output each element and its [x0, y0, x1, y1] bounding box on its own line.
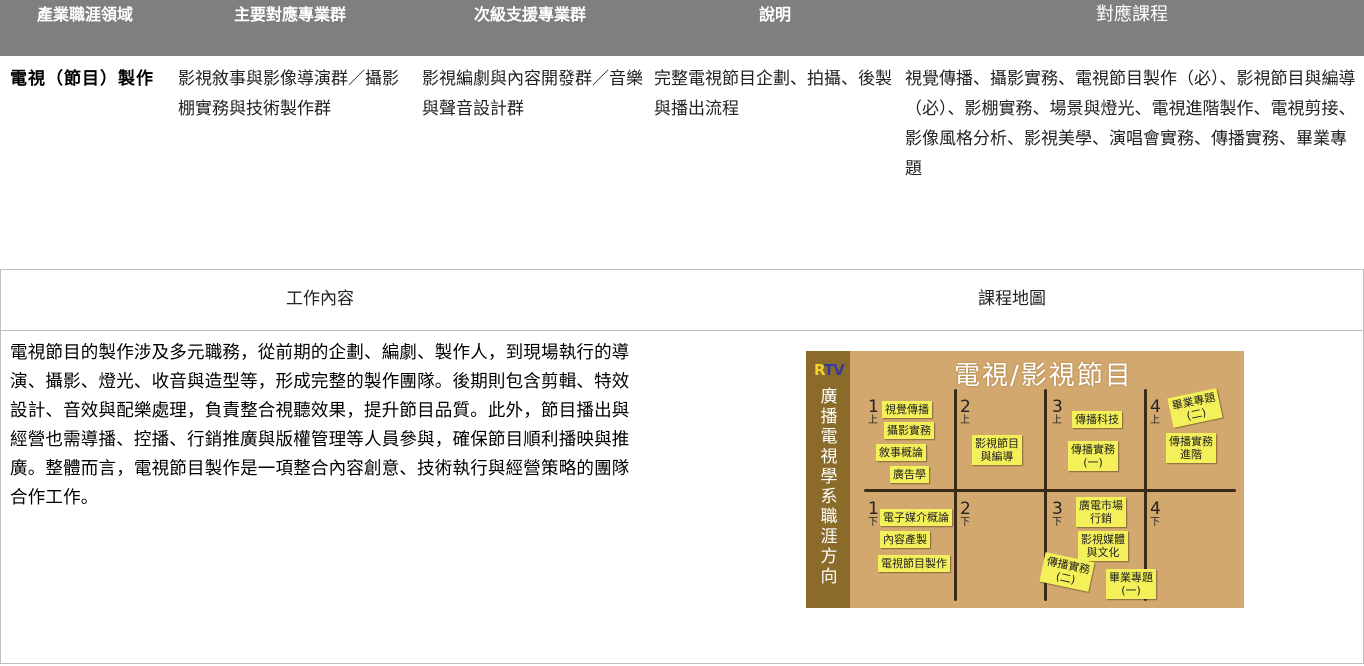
cell-description: 完整電視節目企劃、拍攝、後製與播出流程 — [654, 69, 892, 119]
map-note: 電視節目製作 — [878, 555, 950, 572]
map-note: 畢業專題 (一) — [1106, 569, 1156, 599]
map-note: 電子媒介概論 — [880, 509, 952, 526]
map-note: 傳播實務 進階 — [1166, 433, 1216, 463]
map-grid-line — [864, 489, 1236, 492]
header-description: 說明 — [758, 5, 791, 24]
map-note: 視覺傳播 — [882, 401, 932, 418]
cell-courses: 視覺傳播、攝影實務、電視節目製作（必）、影視節目與編導（必）、影棚實務、場景與燈… — [905, 69, 1356, 179]
row-divider — [0, 269, 1364, 270]
map-note: 畢業專題 (二) — [1167, 388, 1223, 428]
course-map-heading: 課程地圖 — [978, 289, 1046, 309]
header-main-group: 主要對應專業群 — [233, 5, 346, 24]
map-note: 敘事概論 — [876, 444, 926, 461]
page: 產業職涯領域 主要對應專業群 次級支援專業群 說明 對應課程 電視（節目）製作 … — [0, 0, 1364, 666]
left-border — [0, 269, 1, 664]
header-courses: 對應課程 — [1096, 4, 1168, 25]
map-year-2-lower: 2下 — [960, 499, 971, 529]
map-grid-line — [954, 389, 957, 601]
map-year-2-upper: 2上 — [960, 397, 971, 427]
map-note: 影視節目 與編導 — [972, 435, 1022, 465]
map-note: 廣告學 — [890, 466, 929, 483]
cell-main-group: 影視敘事與影像導演群／攝影棚實務與技術製作群 — [178, 69, 399, 119]
map-year-4-lower: 4下 — [1150, 499, 1161, 529]
map-year-3-upper: 3上 — [1052, 397, 1063, 427]
row-divider — [0, 330, 1364, 331]
map-side-title: 廣播電視學系職涯方向 — [820, 387, 838, 587]
map-logo: RTV — [814, 361, 845, 379]
table-header-row: 產業職涯領域 主要對應專業群 次級支援專業群 說明 對應課程 — [0, 0, 1364, 56]
header-support-group: 次級支援專業群 — [473, 5, 586, 24]
map-year-1-lower: 1下 — [868, 499, 879, 529]
map-note: 傳播科技 — [1072, 411, 1122, 428]
map-year-3-lower: 3下 — [1052, 499, 1063, 529]
header-field: 產業職涯領域 — [36, 5, 133, 24]
cell-field: 電視（節目）製作 — [10, 69, 154, 89]
map-note: 傳播實務 (一) — [1068, 441, 1118, 471]
map-year-4-upper: 4上 — [1150, 397, 1161, 427]
map-year-1-upper: 1上 — [868, 397, 879, 427]
table-bottom-border — [0, 663, 1364, 664]
map-note: 內容產製 — [880, 531, 930, 548]
work-content-heading: 工作內容 — [286, 289, 354, 309]
map-note: 影視媒體 與文化 — [1078, 531, 1128, 561]
work-content-text: 電視節目的製作涉及多元職務，從前期的企劃、編劇、製作人，到現場執行的導演、攝影、… — [10, 343, 630, 508]
map-note: 廣電市場 行銷 — [1076, 497, 1126, 527]
course-map-image: RTV 廣播電視學系職涯方向 電視/影視節目 1上 2上 3上 4上 1下 2下… — [806, 351, 1244, 608]
map-note: 攝影實務 — [884, 422, 934, 439]
map-title: 電視/影視節目 — [954, 361, 1133, 391]
cell-support-group: 影視編劇與內容開發群／音樂與聲音設計群 — [422, 69, 643, 119]
